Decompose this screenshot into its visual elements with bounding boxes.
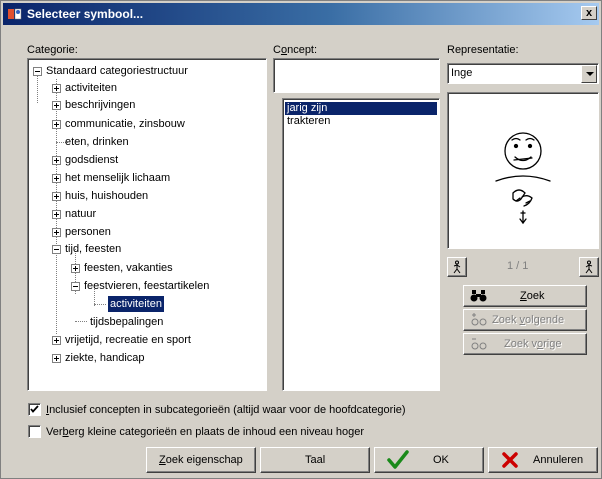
- expand-icon[interactable]: [52, 84, 61, 93]
- checkmark-icon: [387, 450, 409, 469]
- inclusief-label[interactable]: Inclusief concepten in subcategorieën (a…: [46, 404, 406, 416]
- tree-guide: [75, 321, 87, 322]
- collapse-icon[interactable]: [33, 67, 42, 76]
- walking-figure-icon: [453, 260, 461, 274]
- zoek-button[interactable]: Zoek: [463, 285, 587, 307]
- concept-list[interactable]: jarig zijn trakteren: [282, 98, 440, 391]
- expand-icon[interactable]: [71, 264, 80, 273]
- zoek-volgende-button[interactable]: Zoek volgende: [463, 309, 587, 331]
- category-tree[interactable]: Standaard categoriestructuur activiteite…: [27, 58, 267, 391]
- ok-button[interactable]: OK: [374, 447, 484, 473]
- close-button[interactable]: x: [581, 6, 597, 20]
- concept-label: Concept:: [273, 44, 318, 56]
- sign-symbol-icon: [495, 132, 551, 225]
- binoculars-icon: [470, 290, 487, 302]
- taal-button[interactable]: Taal: [260, 447, 370, 473]
- expand-icon[interactable]: [52, 228, 61, 237]
- symbol-preview: [447, 92, 599, 249]
- expand-icon[interactable]: [52, 101, 61, 110]
- dialog-window: Selecteer symbool... x Categorie: Concep…: [0, 0, 602, 479]
- representatie-value: Inge: [451, 67, 473, 79]
- next-symbol-button[interactable]: [579, 257, 599, 277]
- inclusief-checkbox[interactable]: [28, 403, 41, 416]
- cancel-x-icon: [502, 452, 518, 468]
- page-indicator: 1 / 1: [507, 260, 529, 272]
- check-icon: [30, 405, 39, 413]
- expand-icon[interactable]: [52, 354, 61, 363]
- collapse-icon[interactable]: [52, 245, 61, 254]
- tree-guide: [94, 304, 106, 305]
- list-item[interactable]: trakteren: [285, 115, 332, 128]
- app-icon: [8, 8, 22, 20]
- collapse-icon[interactable]: [71, 282, 80, 291]
- walking-figure-icon: [585, 260, 593, 274]
- zoek-vorige-button[interactable]: Zoek vorige: [463, 333, 587, 355]
- zoek-eigenschap-button[interactable]: Zoek eigenschap: [146, 447, 256, 473]
- annuleren-button[interactable]: Annuleren: [488, 447, 598, 473]
- dropdown-arrow-icon[interactable]: [581, 65, 597, 83]
- representatie-label: Representatie:: [447, 44, 519, 56]
- window-title: Selecteer symbool...: [27, 7, 144, 21]
- tree-guide: [37, 73, 38, 103]
- binoculars-next-icon: [471, 313, 487, 326]
- title-bar[interactable]: Selecteer symbool... x: [3, 3, 599, 25]
- expand-icon[interactable]: [52, 192, 61, 201]
- concept-search-input[interactable]: [273, 58, 440, 93]
- expand-icon[interactable]: [52, 120, 61, 129]
- previous-symbol-button[interactable]: [447, 257, 467, 277]
- verberg-label[interactable]: Verberg kleine categorieën en plaats de …: [46, 426, 364, 438]
- expand-icon[interactable]: [52, 336, 61, 345]
- binoculars-previous-icon: [471, 338, 487, 350]
- tree-guide: [56, 79, 57, 334]
- representatie-select[interactable]: Inge: [447, 63, 599, 84]
- expand-icon[interactable]: [52, 174, 61, 183]
- expand-icon[interactable]: [52, 156, 61, 165]
- verberg-checkbox[interactable]: [28, 425, 41, 438]
- expand-icon[interactable]: [52, 210, 61, 219]
- list-item[interactable]: jarig zijn: [285, 102, 437, 115]
- categorie-label: Categorie:: [27, 44, 78, 56]
